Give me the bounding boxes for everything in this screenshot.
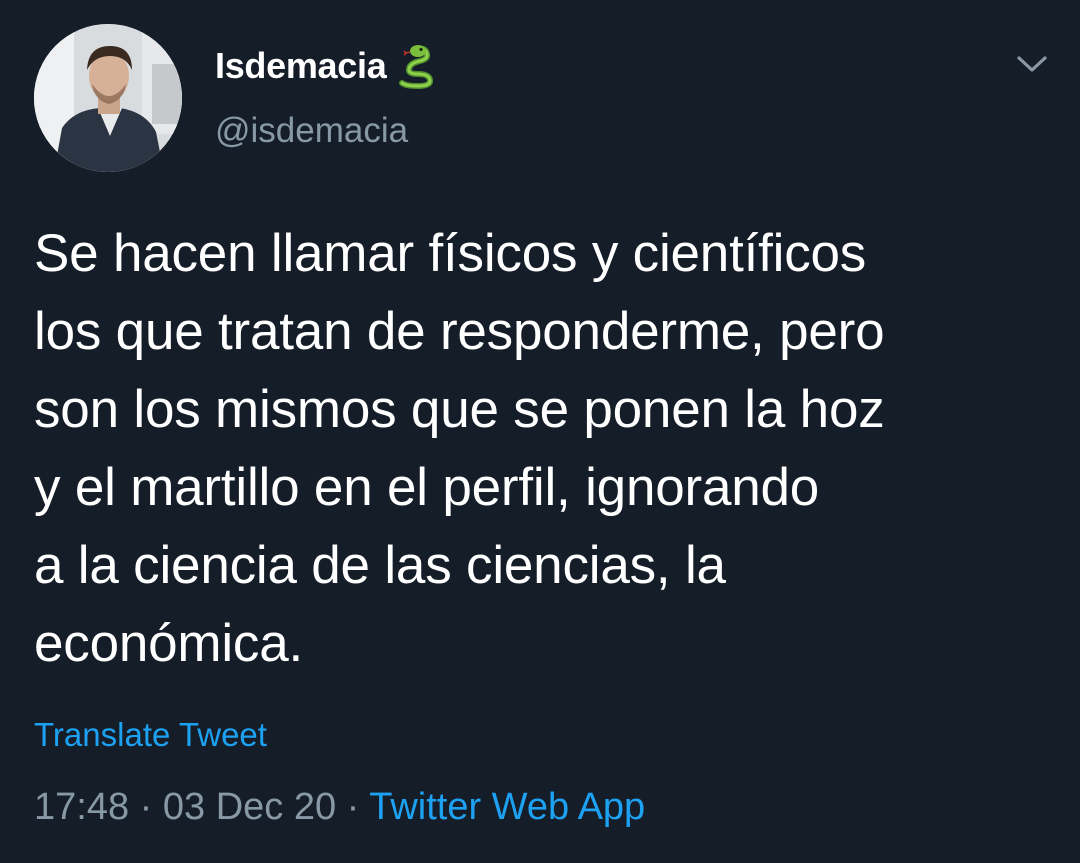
author-handle[interactable]: @isdemacia [215, 111, 408, 151]
tweet-text-line: son los mismos que se ponen la hoz [34, 380, 885, 439]
meta-separator: · [139, 786, 153, 828]
tweet-text-line: económica. [34, 614, 304, 673]
tweet-date: 03 Dec 20 [162, 786, 337, 828]
tweet-text: Se hacen llamar físicos y científicos lo… [34, 215, 1054, 683]
more-options-button[interactable] [1010, 44, 1054, 84]
snake-icon [399, 45, 434, 89]
meta-separator: · [346, 786, 360, 828]
tweet-meta: 17:48 · 03 Dec 20 · Twitter Web App [34, 786, 645, 829]
tweet-text-line: Se hacen llamar físicos y científicos [34, 224, 867, 283]
tweet-text-line: los que tratan de responderme, pero [34, 302, 885, 361]
author-display-name[interactable]: Isdemacia [215, 45, 387, 87]
tweet-source-link[interactable]: Twitter Web App [369, 786, 645, 828]
translate-tweet-link[interactable]: Translate Tweet [34, 716, 267, 754]
author-name-row: Isdemacia [215, 40, 440, 92]
tweet-text-line: a la ciencia de las ciencias, la [34, 536, 726, 595]
tweet-card: Isdemacia @isdemacia Se hacen llamar fís… [0, 0, 1080, 863]
tweet-text-line: y el martillo en el perfil, ignorando [34, 458, 820, 517]
chevron-down-icon [1017, 56, 1047, 72]
avatar-photo [34, 24, 182, 172]
tweet-time: 17:48 [34, 786, 130, 828]
avatar[interactable] [34, 24, 182, 172]
